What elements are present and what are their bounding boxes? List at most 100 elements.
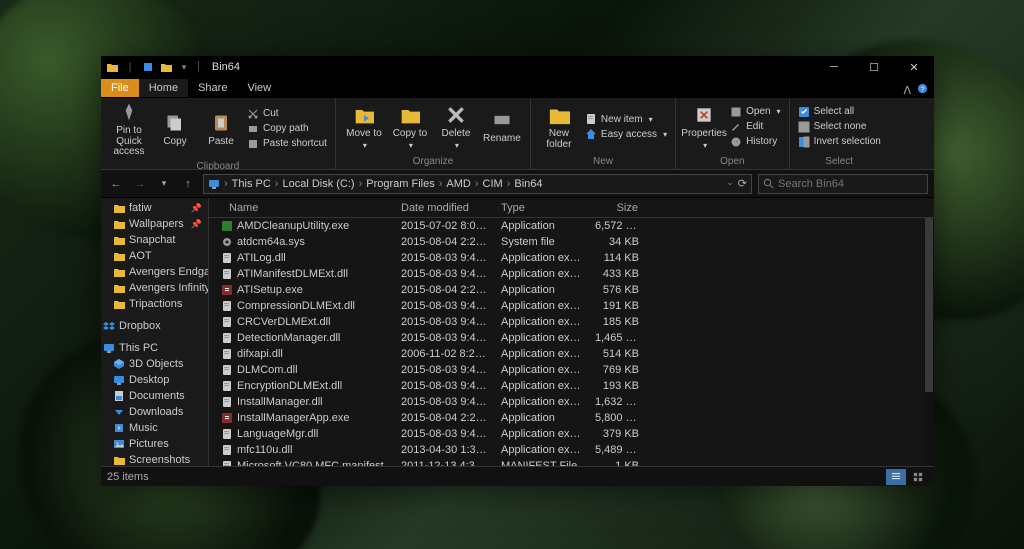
table-row[interactable]: DLMCom.dll2015-08-03 9:40 PMApplication … [209,362,934,378]
sidebar-item[interactable]: Pictures [101,436,208,452]
tab-file[interactable]: File [101,79,139,97]
sidebar-item[interactable]: Snapchat [101,232,208,248]
status-item-count: 25 items [107,471,149,483]
table-row[interactable]: ATIManifestDLMExt.dll2015-08-03 9:47 PMA… [209,266,934,282]
scrollbar[interactable] [924,218,934,466]
sidebar-item[interactable]: Screenshots [101,452,208,466]
col-size[interactable]: Size [589,202,651,214]
search-box[interactable] [758,174,928,194]
recent-dropdown[interactable]: ▾ [155,175,173,193]
breadcrumb-segment[interactable]: Program Files [366,178,446,190]
window-title: Bin64 [212,61,240,73]
minimize-button[interactable]: ─ [814,56,854,78]
breadcrumb[interactable]: This PCLocal Disk (C:)Program FilesAMDCI… [232,178,551,190]
invert-selection-button[interactable]: Invert selection [796,135,883,149]
tab-view[interactable]: View [237,79,281,97]
sidebar-item[interactable]: Avengers Infinity… [101,280,208,296]
maximize-button[interactable]: ☐ [854,56,894,78]
qat-dropdown-icon[interactable]: ▾ [177,60,191,74]
table-row[interactable]: AMDCleanupUtility.exe2015-07-02 8:03 AMA… [209,218,934,234]
sidebar-item[interactable]: Tripactions [101,296,208,312]
qat-props-icon[interactable] [141,60,155,74]
file-list[interactable]: AMDCleanupUtility.exe2015-07-02 8:03 AMA… [209,218,934,466]
ribbon-group-new: New folder New item Easy access New [531,98,676,169]
column-headers[interactable]: Name Date modified Type Size [209,198,934,218]
ribbon-group-select: Select all Select none Invert selection … [790,98,889,169]
table-row[interactable]: CompressionDLMExt.dll2015-08-03 9:47 PMA… [209,298,934,314]
move-to-button[interactable]: Move to [342,103,386,151]
edit-button[interactable]: Edit [728,120,782,134]
ribbon-group-organize: Move to Copy to Delete Rename Organize [336,98,531,169]
sidebar-item[interactable]: fatiw📌 [101,200,208,216]
col-date[interactable]: Date modified [395,202,495,214]
address-bar[interactable]: › This PCLocal Disk (C:)Program FilesAMD… [203,174,752,194]
sidebar-item-dropbox[interactable]: Dropbox [101,318,208,334]
close-button[interactable]: ✕ [894,56,934,78]
tab-home[interactable]: Home [139,79,188,97]
search-icon [763,178,774,189]
up-button[interactable]: ↑ [179,175,197,193]
breadcrumb-segment[interactable]: CIM [483,178,515,190]
sidebar-item[interactable]: 3D Objects [101,356,208,372]
address-dropdown-icon[interactable]: ⌄ [726,177,734,190]
table-row[interactable]: EncryptionDLMExt.dll2015-08-03 9:48 PMAp… [209,378,934,394]
breadcrumb-segment[interactable]: Local Disk (C:) [282,178,366,190]
properties-button[interactable]: Properties [682,103,726,151]
copy-button[interactable]: Copy [153,111,197,148]
file-pane: Name Date modified Type Size AMDCleanupU… [209,198,934,466]
sidebar-item[interactable]: Documents [101,388,208,404]
open-button[interactable]: Open [728,105,782,119]
ribbon: Pin to Quick access Copy Paste Cut Copy … [101,98,934,170]
table-row[interactable]: Microsoft.VC80.MFC.manifest2011-12-13 4:… [209,458,934,466]
paste-button[interactable]: Paste [199,111,243,148]
new-item-button[interactable]: New item [583,112,669,126]
ribbon-collapse-icon[interactable]: ᐱ [903,84,911,97]
table-row[interactable]: InstallManagerApp.exe2015-08-04 2:25 AMA… [209,410,934,426]
breadcrumb-segment[interactable]: This PC [232,178,283,190]
rename-button[interactable]: Rename [480,108,524,145]
sidebar-item[interactable]: Desktop [101,372,208,388]
help-icon[interactable]: ? [917,83,928,97]
table-row[interactable]: atdcm64a.sys2015-08-04 2:24 AMSystem fil… [209,234,934,250]
breadcrumb-segment[interactable]: Bin64 [514,178,550,190]
sidebar-item[interactable]: Wallpapers📌 [101,216,208,232]
col-type[interactable]: Type [495,202,589,214]
table-row[interactable]: CRCVerDLMExt.dll2015-08-03 9:47 PMApplic… [209,314,934,330]
pin-quick-access-button[interactable]: Pin to Quick access [107,100,151,158]
forward-button[interactable]: → [131,175,149,193]
new-folder-button[interactable]: New folder [537,103,581,150]
table-row[interactable]: ATISetup.exe2015-08-04 2:25 AMApplicatio… [209,282,934,298]
select-all-button[interactable]: Select all [796,105,883,119]
sidebar[interactable]: fatiw📌Wallpapers📌SnapchatAOTAvengers End… [101,198,209,466]
refresh-button[interactable]: ⟳ [738,177,747,190]
sidebar-item[interactable]: Avengers Endga… [101,264,208,280]
history-button[interactable]: History [728,135,782,149]
sidebar-item[interactable]: Downloads [101,404,208,420]
sidebar-item[interactable]: AOT [101,248,208,264]
search-input[interactable] [778,178,923,190]
copy-to-button[interactable]: Copy to [388,103,432,151]
paste-shortcut-button[interactable]: Paste shortcut [245,137,329,151]
table-row[interactable]: difxapi.dll2006-11-02 8:22 AMApplication… [209,346,934,362]
copy-path-button[interactable]: Copy path [245,122,329,136]
sidebar-item[interactable]: Music [101,420,208,436]
cut-button[interactable]: Cut [245,107,329,121]
view-icons-button[interactable] [908,469,928,485]
breadcrumb-segment[interactable]: AMD [446,178,482,190]
table-row[interactable]: ATILog.dll2015-08-03 9:40 PMApplication … [209,250,934,266]
table-row[interactable]: InstallManager.dll2015-08-03 9:47 PMAppl… [209,394,934,410]
table-row[interactable]: LanguageMgr.dll2015-08-03 9:44 PMApplica… [209,426,934,442]
view-details-button[interactable] [886,469,906,485]
col-name[interactable]: Name [209,202,395,214]
select-none-button[interactable]: Select none [796,120,883,134]
sidebar-item-thispc[interactable]: This PC [101,340,208,356]
table-row[interactable]: mfc110u.dll2013-04-30 1:30 AMApplication… [209,442,934,458]
qat-newfolder-icon[interactable] [159,60,173,74]
delete-button[interactable]: Delete [434,103,478,151]
easy-access-button[interactable]: Easy access [583,127,669,141]
table-row[interactable]: DetectionManager.dll2015-08-03 9:43 PMAp… [209,330,934,346]
scroll-thumb[interactable] [925,218,933,392]
titlebar[interactable]: | ▾ | Bin64 ─ ☐ ✕ [101,56,934,78]
back-button[interactable]: ← [107,175,125,193]
tab-share[interactable]: Share [188,79,237,97]
